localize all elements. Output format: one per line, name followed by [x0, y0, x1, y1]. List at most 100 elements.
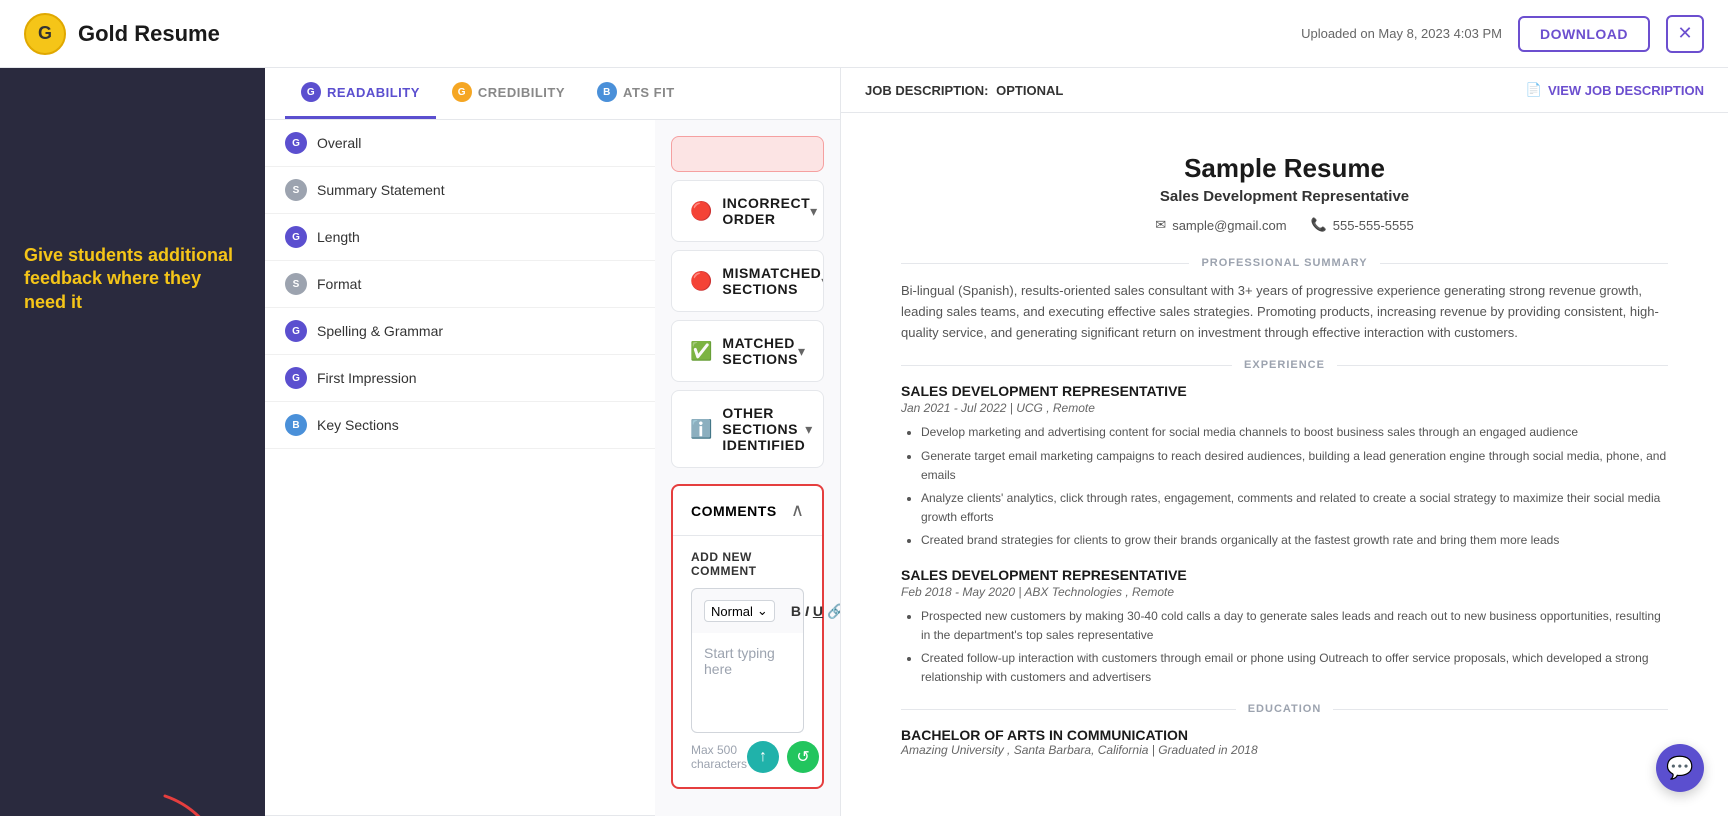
mismatched-icon: 🔴	[690, 271, 712, 292]
job-meta-2: Feb 2018 - May 2020 | ABX Technologies ,…	[901, 585, 1668, 599]
tab-credibility[interactable]: G CREDIBILITY	[436, 68, 581, 119]
document-icon: 📄	[1526, 82, 1542, 98]
resume-name: Sample Resume	[901, 153, 1668, 184]
tab-badge-credibility: G	[452, 82, 472, 102]
format-dropdown-icon: ⌄	[757, 603, 768, 619]
nav-list: G Overall S Summary Statement G Length S…	[265, 120, 655, 816]
degree-title: BACHELOR OF ARTS IN COMMUNICATION	[901, 727, 1668, 743]
resume-position: Sales Development Representative	[901, 188, 1668, 205]
tab-badge-readability: G	[301, 82, 321, 102]
nav-dot-length: G	[285, 226, 307, 248]
add-comment-label: ADD NEW COMMENT	[691, 550, 804, 578]
divider-line-left	[901, 263, 1189, 264]
comments-toggle-button[interactable]: ∧	[791, 500, 804, 521]
resume-header-bar: JOB DESCRIPTION: OPTIONAL 📄 VIEW JOB DES…	[841, 68, 1728, 113]
editor-actions: ↑ ↺	[747, 741, 819, 773]
phone-contact: 📞 555-555-5555	[1311, 217, 1414, 233]
chevron-icon: ▾	[810, 203, 817, 220]
header-right: Uploaded on May 8, 2023 4:03 PM DOWNLOAD…	[1301, 15, 1704, 53]
max-chars-label: Max 500 characters	[691, 743, 747, 771]
editor-footer: Max 500 characters ↑ ↺	[691, 733, 804, 773]
bold-button[interactable]: B	[791, 597, 801, 625]
sidebar-item-key-sections[interactable]: B Key Sections	[265, 402, 655, 449]
tabs-row: G READABILITY G CREDIBILITY B ATS FIT	[265, 68, 840, 120]
logo-circle: G	[24, 13, 66, 55]
chevron-matched-icon: ▾	[798, 343, 805, 360]
bullet-2-2: Created follow-up interaction with custo…	[921, 649, 1668, 687]
link-button[interactable]: 🔗	[827, 597, 840, 625]
nav-dot-first: G	[285, 367, 307, 389]
chat-bubble[interactable]: 💬	[1656, 744, 1704, 792]
experience-section-title: EXPERIENCE	[1244, 359, 1325, 371]
exp-divider-left	[901, 365, 1232, 366]
accordion-incorrect-order-header[interactable]: 🔴 INCORRECT ORDER ▾	[672, 181, 823, 241]
format-select[interactable]: Normal ⌄	[704, 600, 775, 622]
resume-summary-text: Bi-lingual (Spanish), results-oriented s…	[901, 281, 1668, 343]
view-job-button[interactable]: 📄 VIEW JOB DESCRIPTION	[1526, 82, 1704, 98]
content-area: 🔴 INCORRECT ORDER ▾ 🔴 MISMATCHED SECTION…	[655, 120, 840, 816]
edu-entry-1: BACHELOR OF ARTS IN COMMUNICATION Amazin…	[901, 727, 1668, 757]
bullet-1-3: Analyze clients' analytics, click throug…	[921, 489, 1668, 527]
chevron-mismatched-icon: ▾	[821, 273, 824, 290]
tab-readability[interactable]: G READABILITY	[285, 68, 436, 119]
sidebar-item-summary[interactable]: S Summary Statement	[265, 167, 655, 214]
resume-contact: ✉ sample@gmail.com 📞 555-555-5555	[901, 217, 1668, 233]
middle-panel: G READABILITY G CREDIBILITY B ATS FIT G	[265, 68, 840, 816]
accordion-mismatched-header[interactable]: 🔴 MISMATCHED SECTIONS ▾	[672, 251, 823, 311]
chevron-other-icon: ▾	[805, 421, 812, 438]
comments-body: ADD NEW COMMENT Normal ⌄ B I U	[673, 536, 822, 787]
upload-date: Uploaded on May 8, 2023 4:03 PM	[1301, 26, 1502, 41]
job-bullets-1: Develop marketing and advertising conten…	[901, 423, 1668, 550]
email-contact: ✉ sample@gmail.com	[1155, 217, 1286, 233]
bullet-2-1: Prospected new customers by making 30-40…	[921, 607, 1668, 645]
sidebar-item-overall[interactable]: G Overall	[265, 120, 655, 167]
comments-title: COMMENTS	[691, 503, 777, 519]
bullet-1-4: Created brand strategies for clients to …	[921, 531, 1668, 550]
editor-area[interactable]: Start typing here	[691, 633, 804, 733]
bullet-1-2: Generate target email marketing campaign…	[921, 447, 1668, 485]
phone-icon: 📞	[1311, 217, 1327, 233]
nav-dot-summary: S	[285, 179, 307, 201]
accordion-matched: ✅ MATCHED SECTIONS ▾	[671, 320, 824, 382]
sidebar-item-format[interactable]: S Format	[265, 261, 655, 308]
save-comment-button[interactable]: ↑	[747, 741, 779, 773]
comments-header: COMMENTS ∧	[673, 486, 822, 536]
middle-content: G READABILITY G CREDIBILITY B ATS FIT G	[265, 68, 1728, 816]
accordion-mismatched: 🔴 MISMATCHED SECTIONS ▾	[671, 250, 824, 312]
nav-dot-overall: G	[285, 132, 307, 154]
email-icon: ✉	[1155, 217, 1166, 233]
app-title: Gold Resume	[78, 21, 220, 47]
other-title: OTHER SECTIONS IDENTIFIED	[722, 405, 805, 453]
edu-divider-right	[1333, 709, 1668, 710]
sidebar-item-first-impression[interactable]: G First Impression	[265, 355, 655, 402]
job-bullets-2: Prospected new customers by making 30-40…	[901, 607, 1668, 688]
accordion-other: ℹ️ OTHER SECTIONS IDENTIFIED ▾	[671, 390, 824, 468]
nav-dot-spelling: G	[285, 320, 307, 342]
right-panel: JOB DESCRIPTION: OPTIONAL 📄 VIEW JOB DES…	[840, 68, 1728, 816]
close-button[interactable]: ✕	[1666, 15, 1704, 53]
header-left: G Gold Resume	[24, 13, 220, 55]
incorrect-order-icon: 🔴	[690, 201, 712, 222]
italic-button[interactable]: I	[805, 597, 809, 625]
refresh-button[interactable]: ↺	[787, 741, 819, 773]
tab-ats-fit[interactable]: B ATS FIT	[581, 68, 691, 119]
bullet-1-1: Develop marketing and advertising conten…	[921, 423, 1668, 442]
accordion-other-header[interactable]: ℹ️ OTHER SECTIONS IDENTIFIED ▾	[672, 391, 823, 467]
download-button[interactable]: DOWNLOAD	[1518, 16, 1650, 52]
job-title-2: SALES DEVELOPMENT REPRESENTATIVE	[901, 567, 1668, 583]
summary-section-title: PROFESSIONAL SUMMARY	[1201, 257, 1367, 269]
underline-button[interactable]: U	[813, 597, 823, 625]
resume-content: Sample Resume Sales Development Represen…	[841, 113, 1728, 813]
main-layout: Give students additional feedback where …	[0, 68, 1728, 816]
job-desc-label: JOB DESCRIPTION: OPTIONAL	[865, 83, 1063, 98]
sidebar-item-spelling[interactable]: G Spelling & Grammar	[265, 308, 655, 355]
nav-dot-format: S	[285, 273, 307, 295]
edu-divider-left	[901, 709, 1236, 710]
job-entry-1: SALES DEVELOPMENT REPRESENTATIVE Jan 202…	[901, 383, 1668, 550]
top-header: G Gold Resume Uploaded on May 8, 2023 4:…	[0, 0, 1728, 68]
accordion-matched-header[interactable]: ✅ MATCHED SECTIONS ▾	[672, 321, 823, 381]
sidebar-item-length[interactable]: G Length	[265, 214, 655, 261]
summary-divider: PROFESSIONAL SUMMARY	[901, 257, 1668, 269]
comments-section: COMMENTS ∧ ADD NEW COMMENT Normal ⌄	[671, 484, 824, 789]
mismatched-title: MISMATCHED SECTIONS	[722, 265, 821, 297]
